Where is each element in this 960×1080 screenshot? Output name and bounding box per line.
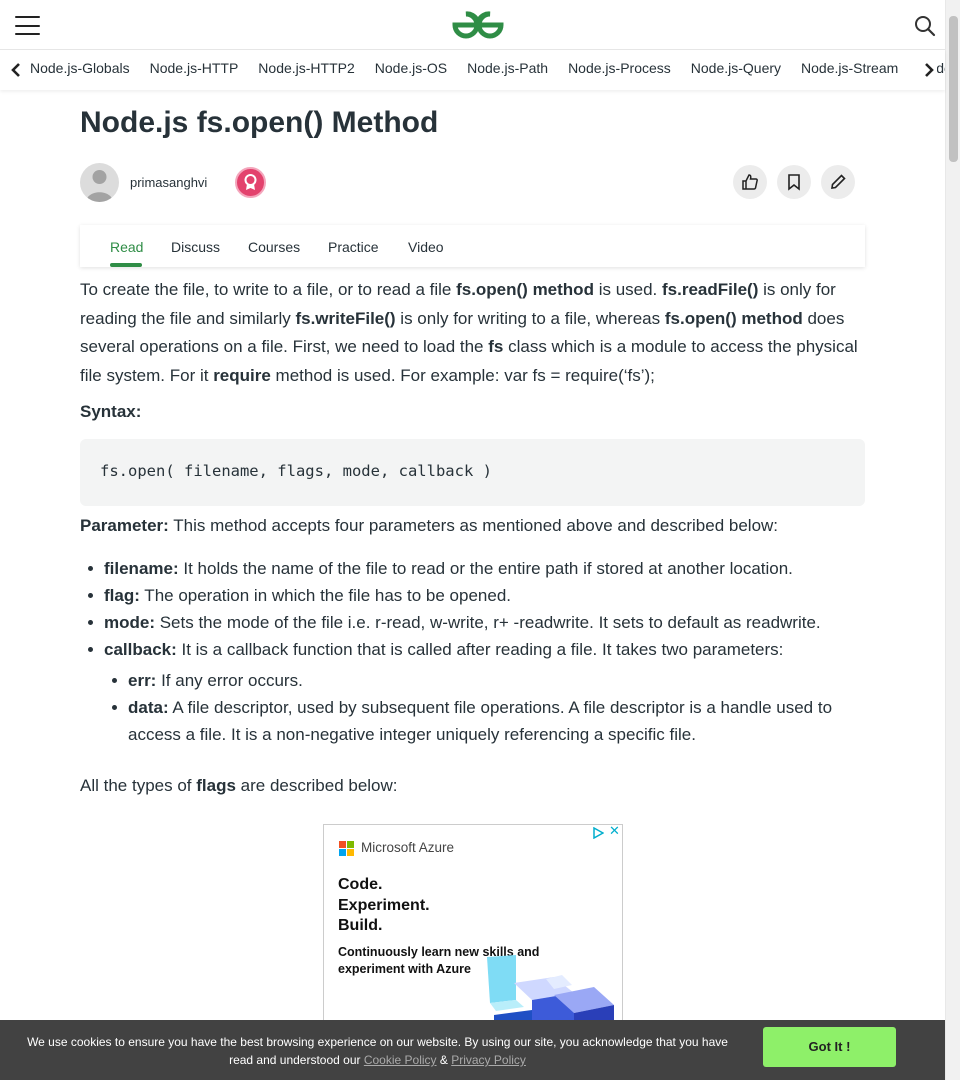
top-header [0,0,945,50]
search-icon[interactable] [914,15,936,37]
list-item: data: A file descriptor, used by subsequ… [112,694,865,748]
chevron-right-icon[interactable] [919,61,937,79]
privacy-policy-link[interactable]: Privacy Policy [451,1053,526,1067]
subnav-item[interactable]: Node.js-Globals [30,50,130,90]
adchoices-icon[interactable] [592,827,604,839]
tab-video[interactable]: Video [408,239,444,255]
cookie-accept-button[interactable]: Got It ! [763,1027,896,1067]
subnav-item[interactable]: Node.js-HTTP2 [258,50,354,90]
cookie-consent-bar: We use cookies to ensure you have the be… [0,1020,945,1080]
tab-courses[interactable]: Courses [248,239,300,255]
edit-button[interactable] [821,165,855,199]
callback-parameter-list: err: If any error occurs. data: A file de… [112,667,865,748]
active-tab-indicator [110,263,142,267]
subnav-item[interactable]: Node.js-Process [568,50,671,90]
thumbs-up-icon [742,174,758,190]
scrollbar-thumb[interactable] [949,16,958,162]
syntax-heading: Syntax: [80,402,142,421]
ad-brand: Microsoft Azure [361,840,455,855]
intro-paragraph: To create the file, to write to a file, … [80,280,858,385]
microsoft-logo-icon [339,841,355,857]
subnav-items: Node.js-Globals Node.js-HTTP Node.js-HTTP2… [30,50,945,90]
list-item: mode: Sets the mode of the file i.e. r-r… [88,609,865,636]
syntax-code-block: fs.open( filename, flags, mode, callback… [80,439,865,506]
bookmark-icon [788,174,800,191]
bookmark-button[interactable] [777,165,811,199]
subnav-item[interactable]: Node.js-Path [467,50,548,90]
list-item: flag: The operation in which the file ha… [88,582,865,609]
ad-headline: Code. Experiment. Build. [338,876,430,934]
parameter-list: filename: It holds the name of the file … [88,555,865,663]
ad-close-icon[interactable]: ✕ [609,825,621,838]
avatar[interactable] [80,163,119,202]
tab-discuss[interactable]: Discuss [171,239,220,255]
page-scrollbar[interactable] [945,0,960,1080]
tab-read[interactable]: Read [110,239,143,255]
pencil-icon [831,174,846,189]
cookie-message: We use cookies to ensure you have the be… [27,1035,728,1067]
subnav-item[interactable]: Node.js-Query [691,50,781,90]
flags-intro: All the types of flags are described bel… [80,776,398,795]
hamburger-menu-icon[interactable] [15,16,40,35]
gfg-logo-icon[interactable] [447,8,509,42]
like-button[interactable] [733,165,767,199]
chevron-left-icon[interactable] [8,61,26,79]
list-item: err: If any error occurs. [112,667,865,694]
page-title: Node.js fs.open() Method [80,106,439,139]
author-name[interactable]: primasanghvi [130,175,207,190]
topic-subnav: Node.js-Globals Node.js-HTTP Node.js-HTTP2… [0,50,945,90]
list-item: filename: It holds the name of the file … [88,555,865,582]
author-badge-icon [235,167,266,198]
author-row: primasanghvi [80,163,865,203]
subnav-item[interactable]: Node.js-HTTP [150,50,239,90]
cookie-policy-link[interactable]: Cookie Policy [364,1053,437,1067]
tab-practice[interactable]: Practice [328,239,379,255]
syntax-code: fs.open( filename, flags, mode, callback… [100,462,492,480]
subnav-item[interactable]: Node.js-OS [375,50,447,90]
parameter-intro: Parameter: This method accepts four para… [80,516,779,535]
advertisement[interactable]: Microsoft Azure ✕ Code. Experiment. Buil… [323,824,623,1044]
subnav-item[interactable]: Node.js-Stream [801,50,898,90]
article-tabs: Read Discuss Courses Practice Video [80,225,865,267]
list-item: callback: It is a callback function that… [88,636,865,663]
